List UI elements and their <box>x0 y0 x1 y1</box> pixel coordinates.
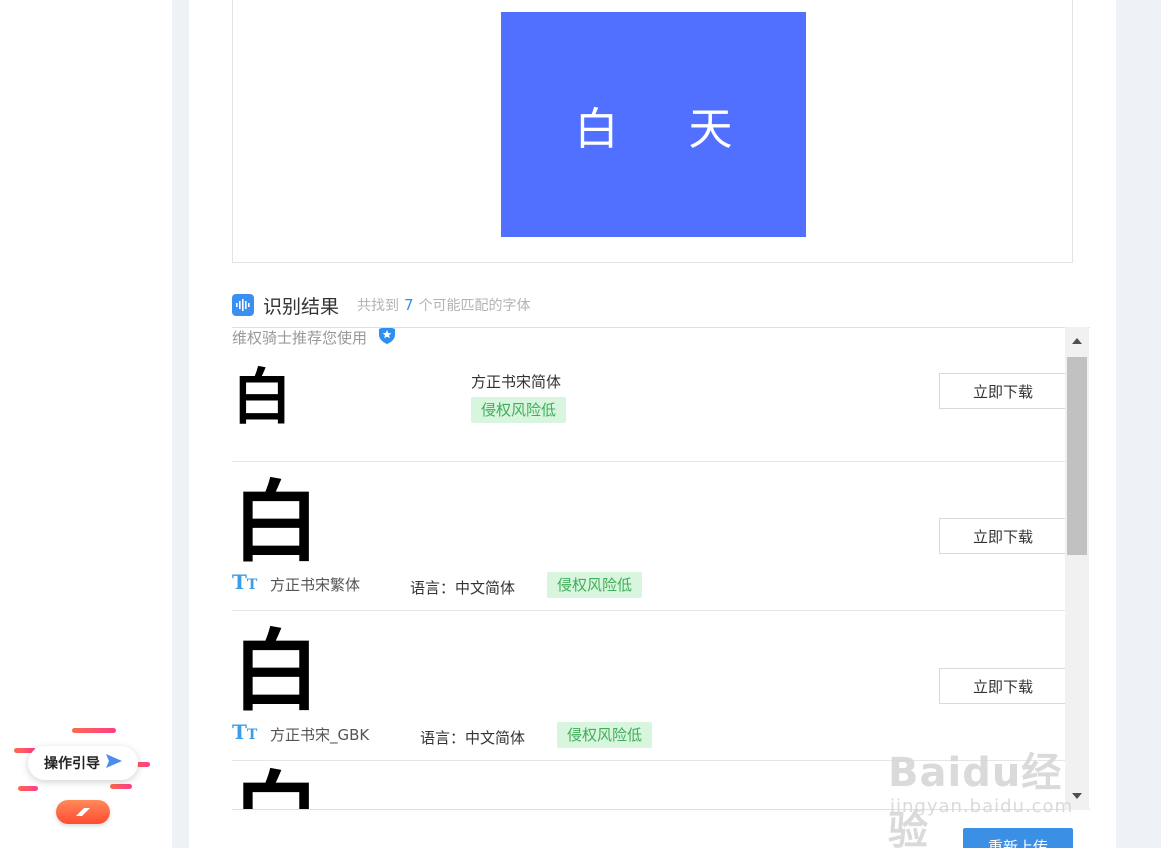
decor-streak <box>110 784 132 789</box>
page-gutter-left <box>172 0 189 848</box>
scroll-up-arrow-icon[interactable] <box>1065 329 1089 353</box>
uploaded-image-preview: 白 天 <box>232 0 1073 263</box>
operation-guide-label: 操作引导 <box>44 756 100 772</box>
risk-badge: 侵权风险低 <box>547 572 643 598</box>
result-row: 白 方正书宋简体 侵权风险低 立即下载 <box>232 328 1067 462</box>
risk-badge: 侵权风险低 <box>557 722 653 748</box>
result-summary-suffix: 个可能匹配的字体 <box>418 298 531 314</box>
operation-guide-widget[interactable]: 操作引导 <box>14 722 154 832</box>
result-row: 白 TT 方正书宋繁体 语言：中文简体 侵权风险低 立即下载 <box>232 462 1067 611</box>
watermark-logo-text: Baidu经验 <box>888 750 1063 848</box>
uploaded-image-text: 白 天 <box>574 103 761 155</box>
left-blank-area <box>0 0 172 848</box>
result-summary: 共找到 7 个可能匹配的字体 <box>357 295 531 315</box>
font-name[interactable]: 方正书宋_GBK <box>270 724 369 745</box>
font-language: 语言：中文简体 <box>410 579 516 597</box>
decor-streak <box>72 728 116 733</box>
paper-plane-icon <box>106 754 122 772</box>
font-sample-glyph: 白 <box>232 470 321 574</box>
uploaded-image: 白 天 <box>501 12 806 237</box>
download-button[interactable]: 立即下载 <box>939 668 1067 704</box>
result-title: 识别结果 <box>263 295 340 318</box>
guide-toggle-pill[interactable] <box>56 800 110 824</box>
result-summary-prefix: 共找到 <box>357 298 400 314</box>
download-button[interactable]: 立即下载 <box>939 373 1067 409</box>
result-header: 识别结果 共找到 7 个可能匹配的字体 <box>232 292 531 318</box>
font-sample-glyph: 白 <box>232 769 320 809</box>
page-gutter-right <box>1116 0 1161 848</box>
baidu-jingyan-watermark: Baidu经验 jingyan.baidu.com <box>888 722 1103 848</box>
font-sample-glyph: 白 <box>232 619 321 723</box>
eraser-icon <box>76 808 90 816</box>
font-sample-glyph: 白 <box>232 363 292 433</box>
risk-badge: 侵权风险低 <box>471 397 567 423</box>
scrollbar-thumb[interactable] <box>1067 357 1087 555</box>
decor-streak <box>18 786 38 791</box>
audio-wave-icon <box>232 294 254 316</box>
font-tt-icon: TT <box>232 720 258 744</box>
download-button[interactable]: 立即下载 <box>939 518 1067 554</box>
result-count: 7 <box>404 296 414 314</box>
font-name[interactable]: 方正书宋简体 <box>471 371 561 392</box>
watermark-url: jingyan.baidu.com <box>890 796 1074 817</box>
font-language: 语言：中文简体 <box>420 729 526 747</box>
font-tt-icon: TT <box>232 570 258 594</box>
operation-guide-button[interactable]: 操作引导 <box>28 746 138 780</box>
font-name[interactable]: 方正书宋繁体 <box>270 574 360 595</box>
